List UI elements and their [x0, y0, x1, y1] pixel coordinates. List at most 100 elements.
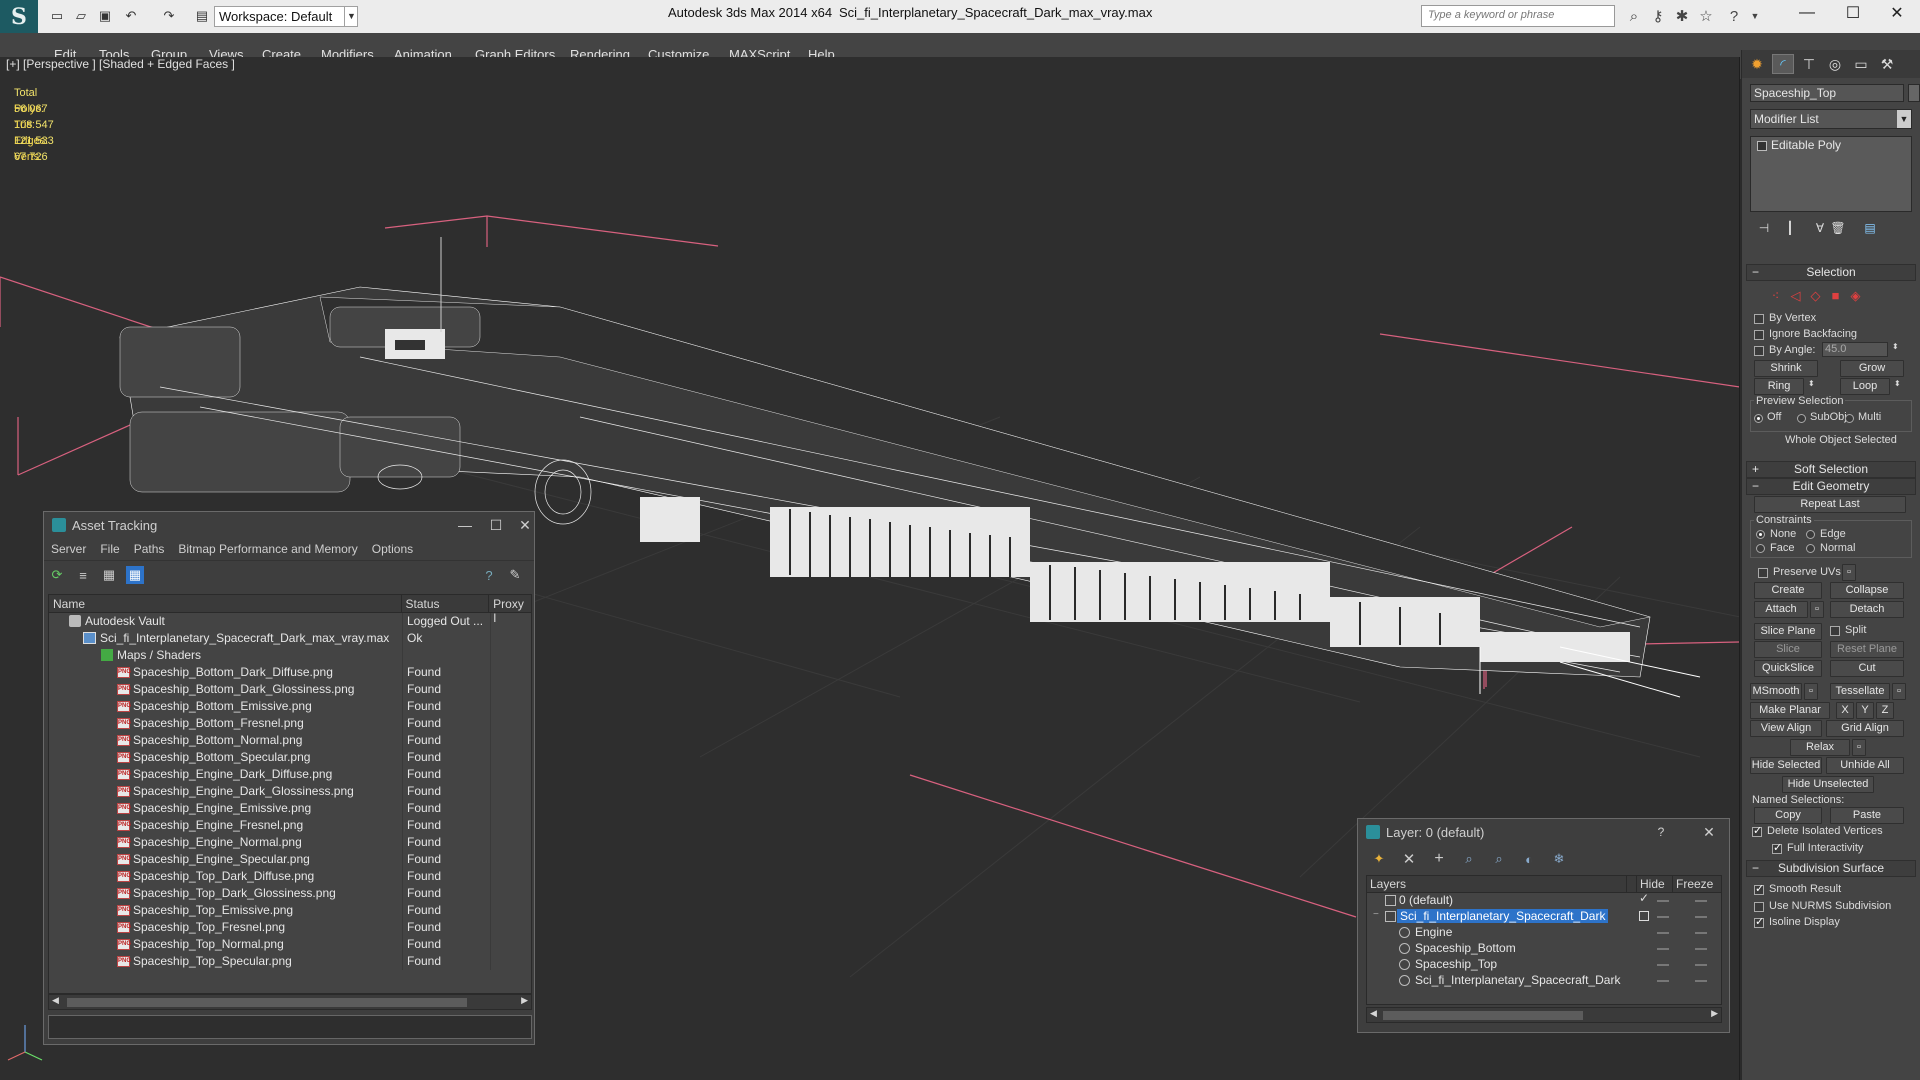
- viewport-label[interactable]: [+] [Perspective ] [Shaded + Edged Faces…: [6, 57, 235, 71]
- column-header-freeze[interactable]: Freeze: [1673, 876, 1721, 892]
- column-header-name[interactable]: Name: [49, 595, 402, 612]
- favorites-star-icon[interactable]: ☆: [1696, 6, 1716, 26]
- unhide-all-button[interactable]: Unhide All: [1826, 757, 1904, 774]
- hide-toggle[interactable]: [1657, 900, 1669, 902]
- object-color-swatch[interactable]: [1908, 84, 1920, 102]
- layer-row[interactable]: Sci_fi_Interplanetary_Spacecraft_Dark: [1367, 973, 1721, 989]
- freeze-toggle[interactable]: [1695, 980, 1707, 982]
- table-row[interactable]: PNG Spaceship_Top_Dark_Diffuse.png Found: [49, 868, 531, 885]
- help-icon[interactable]: ?: [1724, 6, 1744, 26]
- binoculars-icon[interactable]: ⌕: [1624, 6, 1644, 26]
- table-row[interactable]: PNG Spaceship_Engine_Dark_Glossiness.png F…: [49, 783, 531, 800]
- hide-toggle[interactable]: [1657, 916, 1669, 918]
- help-icon[interactable]: ?: [1646, 821, 1676, 843]
- refresh-icon[interactable]: ⟳: [48, 566, 66, 584]
- constraint-normal-radio[interactable]: [1806, 544, 1815, 553]
- column-header-proxy[interactable]: Proxy I: [489, 595, 531, 625]
- active-layer-box[interactable]: [1639, 911, 1649, 921]
- preserve-uvs-settings-icon[interactable]: ▫: [1842, 564, 1856, 581]
- polygon-mode-icon[interactable]: ■: [1828, 288, 1843, 303]
- object-name-field[interactable]: Spaceship_Top: [1750, 84, 1904, 102]
- help-dropdown-icon[interactable]: ▼: [1745, 6, 1765, 26]
- undo-icon[interactable]: ↶: [122, 7, 140, 25]
- display-tab-icon[interactable]: ▭: [1850, 54, 1872, 74]
- new-layer-icon[interactable]: ✦: [1370, 850, 1388, 868]
- copy-button[interactable]: Copy: [1754, 807, 1822, 824]
- by-angle-checkbox[interactable]: [1754, 346, 1764, 356]
- scroll-right-icon[interactable]: ▶: [521, 995, 528, 1006]
- constraint-edge-radio[interactable]: [1806, 530, 1815, 539]
- table-row[interactable]: PNG Spaceship_Engine_Emissive.png Found: [49, 800, 531, 817]
- key-icon[interactable]: ⚷: [1648, 6, 1668, 26]
- table-row[interactable]: PNG Spaceship_Bottom_Fresnel.png Found: [49, 715, 531, 732]
- hide-unselected-button[interactable]: Hide Unselected: [1782, 776, 1874, 793]
- table-row[interactable]: PNG Spaceship_Bottom_Dark_Diffuse.png Foun…: [49, 664, 531, 681]
- active-layer-check-icon[interactable]: ✓: [1639, 891, 1649, 905]
- menu-bitmap-performance[interactable]: Bitmap Performance and Memory: [178, 542, 357, 556]
- hide-all-icon[interactable]: ◐: [1520, 850, 1538, 868]
- table-row[interactable]: PNG Spaceship_Bottom_Dark_Glossiness.png F…: [49, 681, 531, 698]
- layer-row[interactable]: Spaceship_Bottom: [1367, 941, 1721, 957]
- show-end-result-icon[interactable]: ┃: [1782, 220, 1798, 236]
- asset-tracking-titlebar[interactable]: Asset Tracking — ☐ ✕: [44, 512, 534, 538]
- delete-isolated-checkbox[interactable]: [1752, 824, 1762, 837]
- table-row[interactable]: Autodesk Vault Logged Out ...: [49, 613, 531, 630]
- freeze-toggle[interactable]: [1695, 932, 1707, 934]
- open-file-icon[interactable]: ▱: [72, 7, 90, 25]
- table-row[interactable]: PNG Spaceship_Top_Normal.png Found: [49, 936, 531, 953]
- slice-plane-button[interactable]: Slice Plane: [1754, 623, 1822, 640]
- maximize-icon[interactable]: ☐: [1830, 0, 1876, 26]
- preview-multi-radio[interactable]: [1845, 414, 1854, 423]
- menu-paths[interactable]: Paths: [134, 542, 165, 556]
- hierarchy-tab-icon[interactable]: ⊤: [1798, 54, 1820, 74]
- menu-server[interactable]: Server: [51, 542, 86, 556]
- highlight-icon[interactable]: ✎: [506, 566, 524, 584]
- make-planar-z-button[interactable]: Z: [1876, 702, 1894, 719]
- table-row[interactable]: PNG Spaceship_Bottom_Emissive.png Found: [49, 698, 531, 715]
- msmooth-button[interactable]: MSmooth: [1750, 683, 1802, 700]
- menu-options[interactable]: Options: [372, 542, 413, 556]
- shrink-button[interactable]: Shrink: [1754, 360, 1818, 377]
- isoline-display-checkbox[interactable]: [1754, 915, 1764, 928]
- chevron-down-icon[interactable]: ▼: [344, 6, 358, 27]
- select-in-layer-icon[interactable]: ⌕: [1460, 850, 1478, 868]
- utilities-tab-icon[interactable]: ⚒: [1876, 54, 1898, 74]
- detach-button[interactable]: Detach: [1830, 601, 1904, 618]
- freeze-toggle[interactable]: [1695, 964, 1707, 966]
- ring-button[interactable]: Ring: [1754, 378, 1804, 395]
- table-row[interactable]: PNG Spaceship_Engine_Fresnel.png Found: [49, 817, 531, 834]
- motion-tab-icon[interactable]: ◎: [1824, 54, 1846, 74]
- scroll-left-icon[interactable]: ◀: [52, 995, 59, 1006]
- preview-subobj-radio[interactable]: [1797, 414, 1806, 423]
- rollout-soft-selection[interactable]: + Soft Selection: [1746, 461, 1916, 478]
- tessellate-settings-icon[interactable]: ▫: [1892, 683, 1906, 700]
- modifier-list-select[interactable]: Modifier List ▼: [1750, 109, 1912, 129]
- layer-row[interactable]: − Sci_fi_Interplanetary_Spacecraft_Dark: [1367, 909, 1721, 925]
- layer-row[interactable]: Engine: [1367, 925, 1721, 941]
- make-planar-button[interactable]: Make Planar: [1750, 702, 1830, 719]
- make-planar-x-button[interactable]: X: [1836, 702, 1854, 719]
- asset-path-field[interactable]: [48, 1015, 532, 1039]
- layer-row[interactable]: Spaceship_Top: [1367, 957, 1721, 973]
- layer-dialog-titlebar[interactable]: Layer: 0 (default) ? ✕: [1358, 819, 1729, 845]
- help-icon[interactable]: ?: [480, 566, 498, 584]
- preserve-uvs-checkbox[interactable]: [1758, 568, 1768, 578]
- layer-row[interactable]: 0 (default) ✓: [1367, 891, 1721, 909]
- chevron-down-icon[interactable]: ▼: [1897, 110, 1911, 128]
- border-mode-icon[interactable]: ◇: [1808, 288, 1823, 303]
- msmooth-settings-icon[interactable]: ▫: [1804, 683, 1818, 700]
- close-icon[interactable]: ✕: [510, 514, 540, 536]
- project-folder-icon[interactable]: ▤: [193, 7, 211, 25]
- scroll-left-icon[interactable]: ◀: [1370, 1008, 1377, 1019]
- hide-toggle[interactable]: [1657, 948, 1669, 950]
- maximize-icon[interactable]: ☐: [481, 514, 511, 536]
- add-to-layer-icon[interactable]: +: [1430, 850, 1448, 868]
- loop-button[interactable]: Loop: [1840, 378, 1890, 395]
- pin-stack-icon[interactable]: ⊣: [1756, 220, 1772, 236]
- redo-icon[interactable]: ↷: [160, 7, 178, 25]
- reset-plane-button[interactable]: Reset Plane: [1830, 641, 1904, 658]
- column-header-hide[interactable]: Hide: [1637, 876, 1673, 892]
- menu-file[interactable]: File: [100, 542, 119, 556]
- horizontal-scrollbar[interactable]: ◀ ▶: [1366, 1007, 1722, 1023]
- close-icon[interactable]: ✕: [1874, 0, 1920, 26]
